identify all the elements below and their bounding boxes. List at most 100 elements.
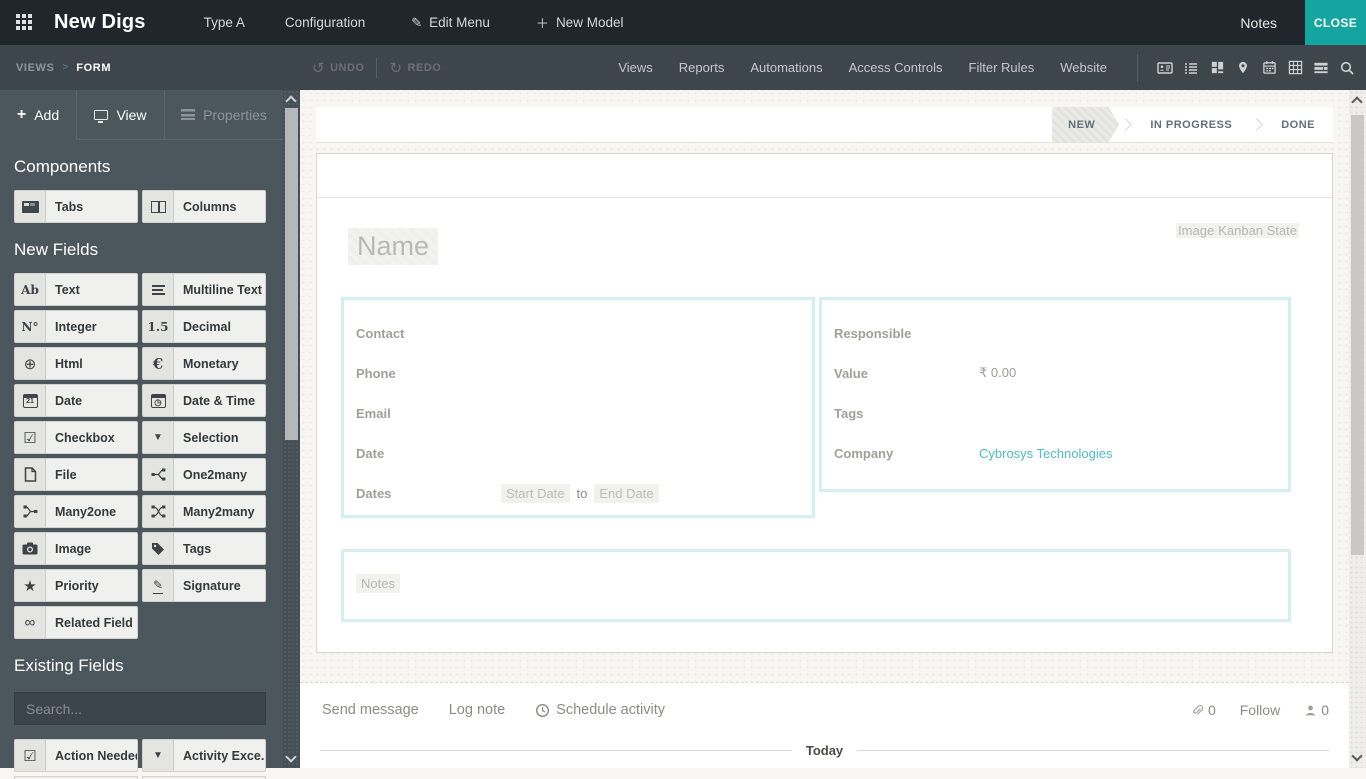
tab-add[interactable]: + Add	[0, 90, 77, 140]
field-button-related-field[interactable]: ∞ Related Field	[14, 606, 138, 639]
redo-button[interactable]: ↻ REDO	[389, 59, 441, 77]
tab-reports[interactable]: Reports	[679, 60, 725, 75]
stage-in-progress[interactable]: IN PROGRESS	[1132, 107, 1250, 143]
field-button-image[interactable]: Image	[14, 532, 138, 565]
gantt-view-icon[interactable]	[1308, 45, 1334, 90]
field-button-many2one[interactable]: Many2one	[14, 495, 138, 528]
pivot-view-icon[interactable]	[1282, 45, 1308, 90]
field-row-company[interactable]: Company Cybrosys Technologies	[834, 433, 1288, 473]
field-button-many2many[interactable]: Many2many	[142, 495, 266, 528]
field-button-action-needed[interactable]: ☑ Action Needed	[14, 739, 138, 772]
pencil-icon: ✎	[411, 15, 422, 31]
field-button-integer[interactable]: N° Integer	[14, 310, 138, 343]
tab-website[interactable]: Website	[1060, 60, 1107, 75]
scrollbar-thumb[interactable]	[285, 108, 298, 440]
attachments-button[interactable]: 0	[1191, 702, 1216, 718]
field-button-text[interactable]: Ab Text	[14, 273, 138, 306]
notes-placeholder[interactable]: Notes	[356, 574, 400, 593]
calendar-view-icon[interactable]	[1256, 45, 1282, 90]
schedule-activity-button[interactable]: Schedule activity	[535, 702, 665, 718]
map-view-icon[interactable]	[1230, 45, 1256, 90]
close-button[interactable]: CLOSE	[1305, 0, 1366, 45]
name-field-placeholder[interactable]: Name	[348, 228, 438, 265]
followers-button[interactable]: 0	[1304, 702, 1329, 718]
search-icon[interactable]	[1334, 45, 1360, 90]
scroll-down-icon[interactable]	[1351, 750, 1362, 761]
field-button-date[interactable]: 21 Date	[14, 384, 138, 417]
company-link[interactable]: Cybrosys Technologies	[979, 446, 1112, 461]
field-row-contact[interactable]: Contact	[356, 313, 812, 353]
scrollbar-thumb[interactable]	[1351, 115, 1364, 555]
field-row-dates[interactable]: Dates Start Date to End Date	[356, 473, 812, 513]
monetary-value[interactable]: ₹ 0.00	[979, 365, 1016, 381]
field-button-checkbox[interactable]: ☑ Checkbox	[14, 421, 138, 454]
divider	[376, 58, 377, 78]
field-row-value[interactable]: Value ₹ 0.00	[834, 353, 1288, 393]
kanban-state-placeholder[interactable]: Kanban State	[1216, 220, 1299, 241]
field-row-email[interactable]: Email	[356, 393, 812, 433]
follow-button[interactable]: Follow	[1240, 702, 1280, 718]
menu-configuration[interactable]: Configuration	[285, 15, 365, 30]
field-row-phone[interactable]: Phone	[356, 353, 812, 393]
list-view-icon[interactable]	[1178, 45, 1204, 90]
calendar-icon: 21	[15, 385, 46, 416]
send-message-button[interactable]: Send message	[322, 702, 419, 718]
field-button-tags[interactable]: Tags	[142, 532, 266, 565]
field-button-decimal[interactable]: 1.5 Decimal	[142, 310, 266, 343]
undo-button[interactable]: ↺ UNDO	[312, 59, 364, 77]
main-scrollbar[interactable]	[1349, 90, 1366, 768]
component-tabs[interactable]: Tabs	[14, 190, 138, 223]
tab-properties[interactable]: Properties	[165, 90, 283, 140]
image-field-placeholder[interactable]: Image	[1176, 220, 1216, 241]
stage-done[interactable]: DONE	[1263, 107, 1333, 143]
star-icon: ★	[15, 570, 46, 601]
scroll-up-icon[interactable]	[1351, 96, 1362, 107]
field-button-priority[interactable]: ★ Priority	[14, 569, 138, 602]
field-button-multiline-text[interactable]: Multiline Text	[142, 273, 266, 306]
field-button-monetary[interactable]: € Monetary	[142, 347, 266, 380]
stage-new[interactable]: NEW	[1052, 107, 1119, 143]
field-button-file[interactable]: File	[14, 458, 138, 491]
field-button-selection[interactable]: ▼ Selection	[142, 421, 266, 454]
log-note-button[interactable]: Log note	[449, 702, 505, 718]
clock-icon	[535, 703, 550, 718]
scroll-down-icon[interactable]	[285, 751, 296, 762]
decimal-icon: 1.5	[143, 311, 174, 342]
start-date-placeholder[interactable]: Start Date	[501, 484, 570, 503]
breadcrumb-views[interactable]: VIEWS	[16, 62, 54, 74]
kanban-view-icon[interactable]	[1204, 45, 1230, 90]
menu-type-a[interactable]: Type A	[204, 15, 245, 30]
field-button-signature[interactable]: ✎ Signature	[142, 569, 266, 602]
end-date-placeholder[interactable]: End Date	[594, 484, 658, 503]
tab-access-controls[interactable]: Access Controls	[849, 60, 943, 75]
header-widgets[interactable]: ImageKanban State	[1176, 223, 1299, 238]
field-button-activity-exception[interactable]: ▼ Activity Exce...	[142, 739, 266, 772]
tab-view[interactable]: View	[77, 90, 165, 140]
field-row-date[interactable]: Date	[356, 433, 812, 473]
breadcrumb-separator: >	[62, 62, 68, 73]
notes-button[interactable]: Notes	[1240, 15, 1277, 31]
field-button-datetime[interactable]: ◷ Date & Time	[142, 384, 266, 417]
form-view-icon[interactable]	[1152, 45, 1178, 90]
date-range-separator: to	[577, 486, 588, 501]
notes-field[interactable]: Notes	[341, 549, 1291, 622]
tab-automations[interactable]: Automations	[750, 60, 822, 75]
form-sheet: Name ImageKanban State Contact Phone Ema…	[316, 153, 1333, 653]
existing-fields-search-input[interactable]	[14, 692, 266, 725]
sidebar-scrollbar[interactable]	[283, 90, 300, 768]
field-button-html[interactable]: ⊕ Html	[14, 347, 138, 380]
field-row-tags[interactable]: Tags	[834, 393, 1288, 433]
component-columns[interactable]: Columns	[142, 190, 266, 223]
studio-toolbar: VIEWS > FORM ↺ UNDO ↻ REDO Views Reports…	[0, 45, 1366, 90]
tab-filter-rules[interactable]: Filter Rules	[969, 60, 1035, 75]
tab-views[interactable]: Views	[618, 60, 652, 75]
edit-menu-button[interactable]: ✎ Edit Menu	[411, 15, 490, 31]
sheet-header-area[interactable]	[317, 154, 1332, 198]
new-model-button[interactable]: ＋ New Model	[536, 13, 624, 32]
new-fields-heading: New Fields	[14, 240, 300, 260]
left-field-group: Contact Phone Email Date Dates Sta	[341, 297, 815, 518]
field-button-one2many[interactable]: One2many	[142, 458, 266, 491]
field-row-responsible[interactable]: Responsible	[834, 313, 1288, 353]
scroll-up-icon[interactable]	[285, 95, 296, 106]
apps-grid-icon[interactable]	[16, 14, 20, 18]
